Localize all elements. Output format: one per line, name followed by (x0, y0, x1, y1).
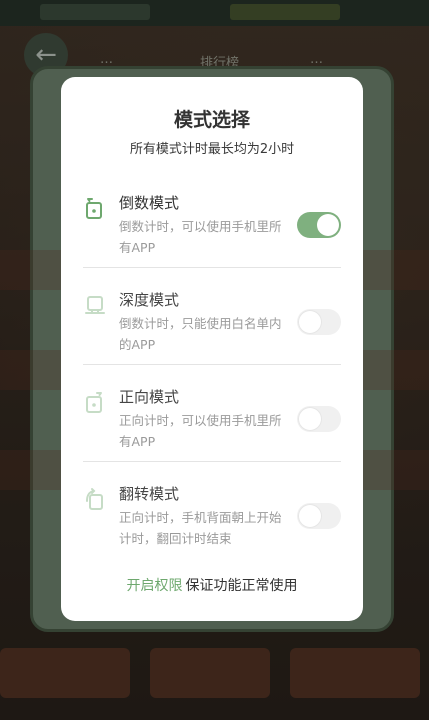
mode-description: 倒数计时，只能使用白名单内的APP (119, 316, 282, 352)
flip-mode-toggle[interactable] (297, 503, 341, 529)
toggle-knob (317, 214, 339, 236)
dialog-subtitle: 所有模式计时最长均为2小时 (129, 142, 295, 157)
mode-description: 正向计时，可以使用手机里所有APP (119, 413, 282, 449)
mode-description: 正向计时，手机背面朝上开始计时，翻回计时结束 (119, 510, 282, 546)
mode-option-deep[interactable]: 深度模式 倒数计时，只能使用白名单内的APP (83, 279, 341, 375)
count-up-icon (86, 392, 102, 413)
countdown-icon (86, 198, 102, 219)
mode-name: 倒数模式 (119, 194, 180, 212)
mode-name: 深度模式 (119, 291, 180, 309)
mode-description: 倒数计时，可以使用手机里所有APP (119, 219, 282, 255)
divider (83, 461, 341, 462)
toggle-knob (299, 505, 321, 527)
dialog-title: 模式选择 (173, 109, 250, 131)
flip-icon (86, 488, 103, 510)
permission-hint: 保证功能正常使用 (185, 578, 298, 594)
mode-select-dialog: 模式选择 所有模式计时最长均为2小时 倒数模式 倒数计时，可以使用手机里所有AP… (61, 77, 363, 621)
mode-option-countdown[interactable]: 倒数模式 倒数计时，可以使用手机里所有APP (83, 182, 341, 278)
divider (83, 267, 341, 268)
deep-focus-icon (85, 296, 105, 314)
mode-name: 翻转模式 (119, 485, 180, 503)
enable-permission-link[interactable]: 开启权限 (127, 578, 183, 594)
count-up-mode-toggle[interactable] (297, 406, 341, 432)
mode-option-count-up[interactable]: 正向模式 正向计时，可以使用手机里所有APP (83, 376, 341, 472)
toggle-knob (299, 408, 321, 430)
mode-name: 正向模式 (119, 388, 180, 406)
divider (83, 364, 341, 365)
toggle-knob (299, 311, 321, 333)
permission-footer: 开启权限 保证功能正常使用 (61, 575, 363, 595)
deep-mode-toggle[interactable] (297, 309, 341, 335)
countdown-mode-toggle[interactable] (297, 212, 341, 238)
mode-option-flip[interactable]: 翻转模式 正向计时，手机背面朝上开始计时，翻回计时结束 (83, 473, 341, 569)
